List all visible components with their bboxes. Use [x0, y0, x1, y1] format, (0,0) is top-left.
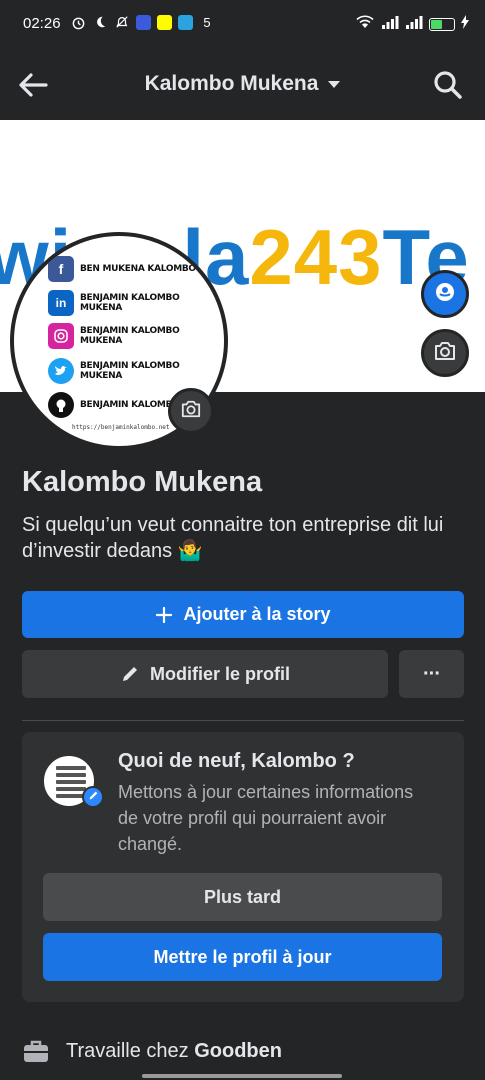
avatar-frame-icon: [433, 280, 457, 309]
linkedin-icon: in: [48, 290, 74, 316]
briefcase-icon: [22, 1038, 50, 1064]
snapchat-app-icon: [157, 14, 172, 30]
pencil-icon: [120, 664, 140, 684]
messenger-app-icon: [136, 14, 151, 30]
more-options-button[interactable]: ···: [399, 650, 464, 698]
network-speed-icon: 5: [203, 14, 211, 30]
cover-avatar-frame-button[interactable]: [421, 270, 469, 318]
work-prefix: Travaille chez: [66, 1039, 195, 1062]
more-dots-icon: ···: [423, 662, 441, 685]
telegram-app-icon: [178, 14, 193, 30]
avatar-url: https://benjaminkalombo.net: [72, 424, 170, 431]
instagram-icon: [48, 323, 74, 349]
avatar-row-instagram: BENJAMIN KALOMBO MUKENA: [48, 323, 224, 349]
card-edit-badge: [82, 786, 104, 808]
profile-switcher[interactable]: Kalombo Mukena: [0, 72, 485, 96]
signal-icon-2: [405, 15, 423, 33]
alarm-icon: [70, 14, 86, 30]
edit-profile-button[interactable]: Modifier le profil: [22, 650, 388, 698]
edit-profile-label: Modifier le profil: [149, 663, 290, 684]
update-profile-button[interactable]: Mettre le profil à jour: [43, 933, 442, 981]
plus-icon: [155, 606, 173, 624]
search-icon[interactable]: [433, 70, 463, 100]
camera-icon: [180, 399, 202, 424]
avatar-row-facebook: f BEN MUKENA KALOMBO: [48, 256, 196, 282]
later-button[interactable]: Plus tard: [43, 873, 442, 921]
update-profile-card: Quoi de neuf, Kalombo ? Mettons à jour c…: [22, 732, 464, 1002]
charging-icon: [461, 15, 469, 33]
twitter-icon: [48, 358, 74, 384]
status-icons-left: 5: [70, 14, 215, 30]
page-title: Kalombo Mukena: [144, 72, 319, 95]
moon-icon: [92, 14, 108, 30]
github-icon: [48, 392, 74, 418]
add-to-story-label: Ajouter à la story: [183, 604, 331, 624]
avatar-row-linkedin: in BENJAMIN KALOMBO MUKENA: [48, 290, 224, 316]
avatar-camera-button[interactable]: [168, 388, 214, 434]
card-title: Quoi de neuf, Kalombo ?: [118, 750, 355, 772]
facebook-icon: f: [48, 256, 74, 282]
status-icons-right: [355, 14, 469, 34]
battery-icon: [429, 17, 455, 31]
pencil-icon: [88, 788, 99, 806]
work-info[interactable]: Travaille chez Goodben: [22, 1038, 282, 1064]
no-sound-icon: [114, 14, 130, 30]
card-description: Mettons à jour certaines informations de…: [118, 782, 414, 854]
status-bar: 02:26 5: [0, 0, 485, 50]
profile-bio: Si quelqu’un veut connaitre ton entrepri…: [22, 514, 444, 562]
work-company[interactable]: Goodben: [194, 1040, 282, 1063]
avatar-row-twitter: BENJAMIN KALOMBO MUKENA: [48, 358, 224, 384]
add-to-story-button[interactable]: Ajouter à la story: [22, 591, 464, 638]
wifi-icon: [355, 14, 375, 34]
app-bar: Kalombo Mukena: [0, 50, 485, 120]
chevron-down-icon: [328, 80, 341, 88]
camera-icon: [433, 340, 457, 367]
signal-icon-1: [381, 15, 399, 33]
divider: [22, 720, 464, 721]
home-indicator[interactable]: [142, 1074, 342, 1078]
status-time: 02:26: [23, 15, 61, 32]
cover-camera-button[interactable]: [421, 329, 469, 377]
profile-name: Kalombo Mukena: [22, 466, 263, 498]
